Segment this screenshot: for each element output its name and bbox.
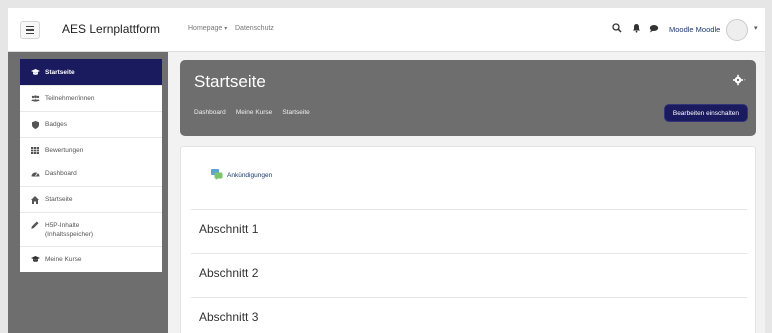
dashboard-icon <box>30 170 40 177</box>
section-title[interactable]: Abschnitt 3 <box>199 310 258 324</box>
section-row[interactable]: Abschnitt 1 <box>191 209 747 253</box>
home-icon <box>30 195 40 204</box>
bell-icon[interactable] <box>629 21 643 35</box>
search-icon[interactable] <box>610 21 624 35</box>
user-name[interactable]: Moodle Moodle <box>669 25 720 34</box>
moodle-window: AES Lernplattform Homepage ▾ Datenschutz … <box>8 8 765 333</box>
breadcrumb-item-dashboard[interactable]: Dashboard <box>194 109 226 116</box>
sidebar-item-h5p[interactable]: H5P-Inhalte (Inhaltsspeicher) <box>20 212 162 246</box>
shield-icon <box>30 120 40 129</box>
page-title: Startseite <box>194 72 266 91</box>
chat-icon[interactable] <box>647 21 661 35</box>
sidebar-item-teilnehmer[interactable]: Teilnehmer/innen <box>20 85 162 111</box>
graduation-cap-icon <box>30 256 40 263</box>
sidebar-item-dashboard[interactable]: Dashboard <box>20 160 162 186</box>
sidebar-item-badges[interactable]: Badges <box>20 111 162 137</box>
announcements-link[interactable]: Ankündigungen <box>211 169 272 182</box>
nav-homepage-dropdown[interactable]: Homepage ▾ <box>188 25 227 32</box>
sidebar-course-group: Startseite Teilnehmer/innen Badges Bewer… <box>20 59 162 163</box>
pencil-icon <box>30 221 40 229</box>
sidebar-item-home[interactable]: Startseite <box>20 186 162 212</box>
table-icon <box>30 147 40 154</box>
sidebar-item-meine-kurse[interactable]: Meine Kurse <box>20 246 162 272</box>
breadcrumb-item-meine-kurse[interactable]: Meine Kurse <box>236 109 273 116</box>
breadcrumb-item-startseite: Startseite <box>282 109 310 116</box>
graduation-cap-icon <box>30 68 40 76</box>
edit-mode-button[interactable]: Bearbeiten einschalten <box>663 104 748 122</box>
avatar[interactable] <box>726 19 748 41</box>
forum-icon <box>211 169 223 182</box>
breadcrumb: Dashboard Meine Kurse Startseite <box>194 109 310 116</box>
section-row[interactable]: Abschnitt 2 <box>191 253 747 297</box>
nav-datenschutz-link[interactable]: Datenschutz <box>235 25 274 32</box>
sidebar: Startseite Teilnehmer/innen Badges Bewer… <box>8 52 168 333</box>
top-navbar: AES Lernplattform Homepage ▾ Datenschutz … <box>8 8 765 52</box>
page-header: Startseite Dashboard Meine Kurse Startse… <box>180 60 756 136</box>
menu-toggle-button[interactable] <box>20 21 40 39</box>
announcements-label: Ankündigungen <box>227 172 273 179</box>
gear-icon[interactable] <box>732 73 746 87</box>
sidebar-site-group: Dashboard Startseite H5P-Inhalte (Inhalt… <box>20 160 162 272</box>
site-brand[interactable]: AES Lernplattform <box>62 22 160 36</box>
section-row[interactable]: Abschnitt 3 <box>191 297 747 333</box>
course-content: Ankündigungen Abschnitt 1 Abschnitt 2 Ab… <box>180 146 756 333</box>
chevron-down-icon[interactable]: ▾ <box>754 24 758 32</box>
nav-homepage-label: Homepage <box>188 25 223 32</box>
chevron-down-icon: ▾ <box>224 26 228 32</box>
users-icon <box>30 95 40 102</box>
section-title[interactable]: Abschnitt 2 <box>199 266 258 280</box>
sidebar-item-startseite[interactable]: Startseite <box>20 59 162 85</box>
section-title[interactable]: Abschnitt 1 <box>199 222 258 236</box>
